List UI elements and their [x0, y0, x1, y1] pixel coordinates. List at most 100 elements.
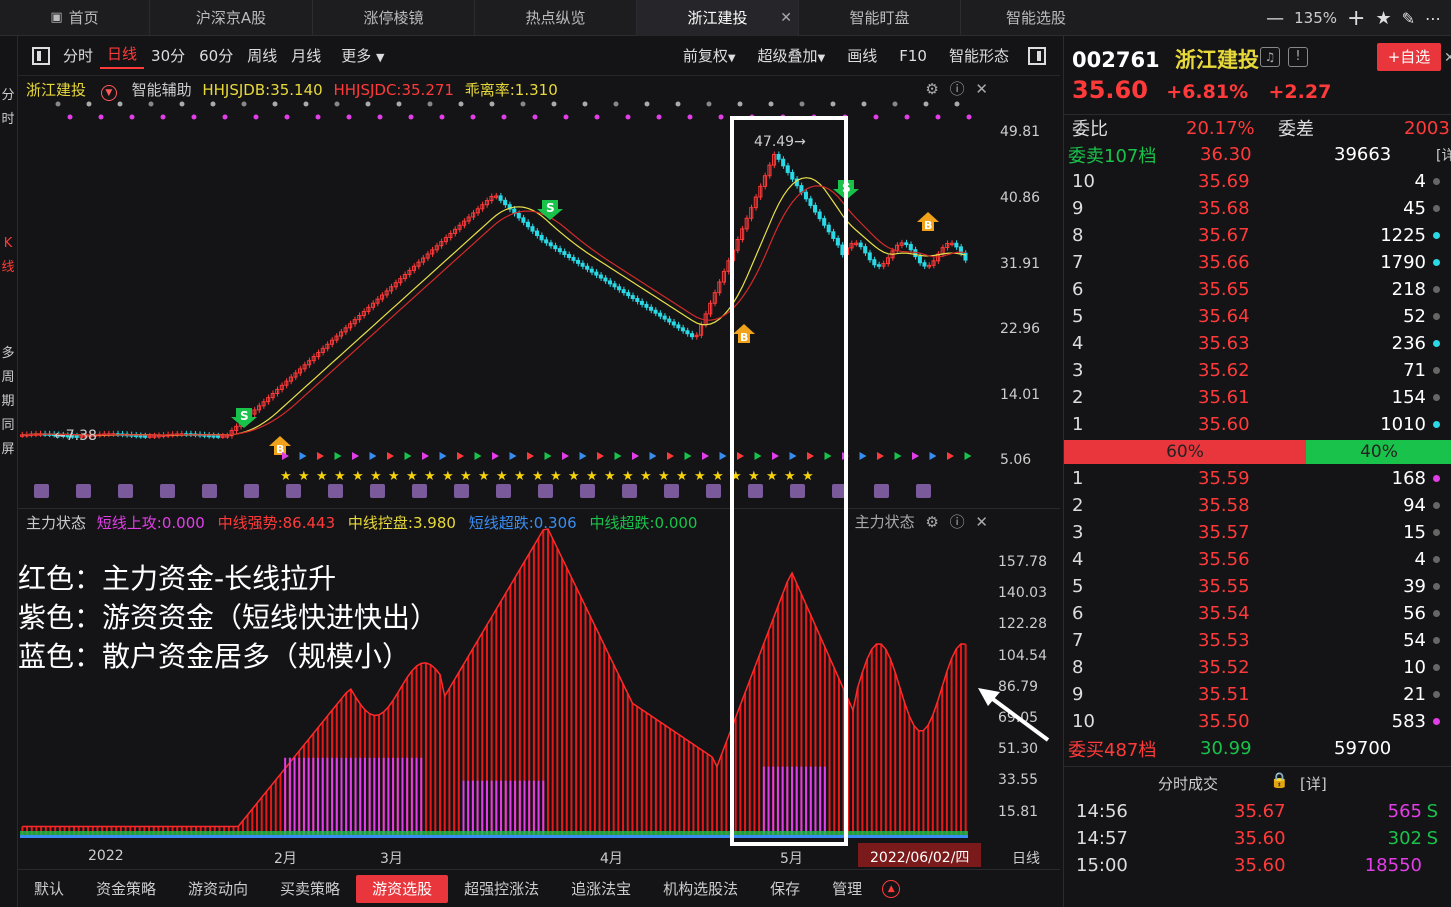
ask-row[interactable]: 1 35.60 1010: [1064, 411, 1451, 438]
ask-row[interactable]: 8 35.67 1225: [1064, 222, 1451, 249]
bid-row[interactable]: 5 35.55 39: [1064, 573, 1451, 600]
detail-link[interactable]: [详: [1436, 145, 1451, 165]
close-icon[interactable]: ✕: [780, 10, 792, 26]
more-icon[interactable]: ⋯: [1425, 9, 1441, 28]
btab-strong-control[interactable]: 超强控涨法: [448, 875, 555, 903]
toolbar-fenshi[interactable]: 分时: [56, 45, 100, 66]
period-label: 日线: [1012, 851, 1040, 867]
tab-stock-active[interactable]: 浙江建投 ✕: [637, 0, 799, 36]
zoom-out-button[interactable]: —: [1266, 8, 1284, 29]
main-force-indicator[interactable]: 主力状态 短线上攻:0.000 中线强势:86.443 中线控盘:3.980 短…: [18, 508, 1060, 842]
bid-row[interactable]: 9 35.51 21: [1064, 681, 1451, 708]
ask-row[interactable]: 6 35.65 218: [1064, 276, 1451, 303]
toolbar-adjust[interactable]: 前复权▼: [676, 45, 743, 66]
btab-save[interactable]: 保存: [754, 875, 816, 903]
level-price: 35.59: [1198, 468, 1250, 489]
caret-down-icon: ▼: [817, 53, 826, 64]
note-red: 红色：主力资金-长线拉升: [18, 562, 337, 595]
tab-smart-watch[interactable]: 智能盯盘: [799, 0, 961, 36]
btab-hot-money[interactable]: 游资动向: [172, 875, 264, 903]
low-marker: ←7.38: [54, 428, 97, 444]
label-tag: [706, 484, 721, 498]
candle: [876, 264, 881, 267]
level-price: 35.54: [1198, 603, 1250, 624]
signal-dot: [768, 101, 774, 107]
btab-fund-strategy[interactable]: 资金策略: [80, 875, 172, 903]
bid-row[interactable]: 6 35.54 56: [1064, 600, 1451, 627]
tab-home[interactable]: ▣ 首页: [0, 0, 150, 36]
level-index: 4: [1072, 333, 1084, 354]
tick-side: S: [1426, 828, 1438, 849]
star-marker: ★: [550, 469, 562, 484]
tab-limit-up[interactable]: 涨停棱镜: [313, 0, 475, 36]
layout-icon[interactable]: [32, 46, 50, 65]
bid-row[interactable]: 4 35.56 4: [1064, 546, 1451, 573]
candle: [621, 289, 626, 294]
ask-row[interactable]: 2 35.61 154: [1064, 384, 1451, 411]
star-marker: ★: [370, 469, 382, 484]
btab-manage[interactable]: 管理: [816, 875, 878, 903]
toolbar-f10[interactable]: F10: [892, 47, 934, 65]
ask-row[interactable]: 3 35.62 71: [1064, 357, 1451, 384]
lock-icon[interactable]: 🔒: [1270, 771, 1289, 789]
toolbar-monthly[interactable]: 月线: [284, 45, 328, 66]
tab-a-shares[interactable]: 沪深京A股: [150, 0, 313, 36]
bid-row[interactable]: 10 35.50 583: [1064, 708, 1451, 735]
level-price: 35.63: [1198, 333, 1250, 354]
candle: [562, 251, 567, 256]
toolbar-draw[interactable]: 画线: [840, 45, 884, 66]
level-index: 3: [1072, 360, 1084, 381]
signal-dot: [718, 114, 724, 120]
ticks-detail-link[interactable]: [详]: [1300, 773, 1327, 794]
toolbar-weekly[interactable]: 周线: [240, 45, 284, 66]
btab-default[interactable]: 默认: [18, 875, 80, 903]
toolbar-more[interactable]: 更多 ▼: [334, 45, 391, 66]
label-tag: [664, 484, 679, 498]
caret-down-icon: ▼: [376, 51, 385, 64]
ask-row[interactable]: 5 35.64 52: [1064, 303, 1451, 330]
last-price: 35.60: [1072, 76, 1148, 104]
tab-label: 涨停棱镜: [363, 9, 424, 27]
buy-total-label: 委买487档: [1068, 739, 1157, 761]
bid-row[interactable]: 2 35.58 94: [1064, 492, 1451, 519]
bid-row[interactable]: 8 35.52 10: [1064, 654, 1451, 681]
bid-row[interactable]: 7 35.53 54: [1064, 627, 1451, 654]
close-icon[interactable]: ✕: [1444, 50, 1451, 66]
toolbar-pattern[interactable]: 智能形态: [942, 45, 1016, 66]
ask-row[interactable]: 4 35.63 236: [1064, 330, 1451, 357]
signal-dot: [253, 114, 259, 120]
alert-icon[interactable]: !: [1288, 47, 1308, 67]
view-kline[interactable]: K 线: [0, 232, 16, 280]
kline-chart[interactable]: 浙江建投 ▼ 智能辅助 HHJSJDB:35.140 HHJSJDC:35.27…: [18, 76, 1060, 508]
signal-dot: [489, 101, 495, 107]
x-label: 5月: [780, 851, 803, 867]
bid-row[interactable]: 1 35.59 168: [1064, 465, 1451, 492]
btab-trade-strategy[interactable]: 买卖策略: [264, 875, 356, 903]
tick-volume: 302: [1387, 828, 1422, 849]
toolbar-daily[interactable]: 日线: [100, 43, 145, 69]
star-icon[interactable]: ★: [1375, 8, 1391, 29]
add-watchlist-button[interactable]: +自选: [1377, 43, 1441, 71]
level-index: 6: [1072, 279, 1084, 300]
label-tag: [454, 484, 469, 498]
candle: [539, 234, 544, 241]
view-multi-period[interactable]: 多 周 期 同 屏: [0, 342, 16, 462]
ask-row[interactable]: 10 35.69 4: [1064, 168, 1451, 195]
zoom-in-button[interactable]: +: [1347, 6, 1365, 31]
btab-chase[interactable]: 追涨法宝: [555, 875, 647, 903]
bell-icon[interactable]: ♫: [1260, 47, 1280, 67]
ask-row[interactable]: 7 35.66 1790: [1064, 249, 1451, 276]
tab-hotspot[interactable]: 热点纵览: [475, 0, 637, 36]
toolbar-60min[interactable]: 60分: [192, 45, 240, 66]
tab-smart-pick[interactable]: 智能选股: [961, 0, 1111, 36]
bid-row[interactable]: 3 35.57 15: [1064, 519, 1451, 546]
view-fenshi[interactable]: 分 时: [0, 84, 16, 132]
collapse-icon[interactable]: ▲: [882, 879, 901, 898]
toolbar-30min[interactable]: 30分: [144, 45, 192, 66]
btab-institution[interactable]: 机构选股法: [647, 875, 754, 903]
btab-hot-pick[interactable]: 游资选股: [356, 874, 449, 903]
toolbar-overlay[interactable]: 超级叠加▼: [751, 45, 833, 66]
panel-toggle-icon[interactable]: [1028, 46, 1046, 65]
ask-row[interactable]: 9 35.68 45: [1064, 195, 1451, 222]
pen-icon[interactable]: ✎: [1402, 9, 1415, 28]
